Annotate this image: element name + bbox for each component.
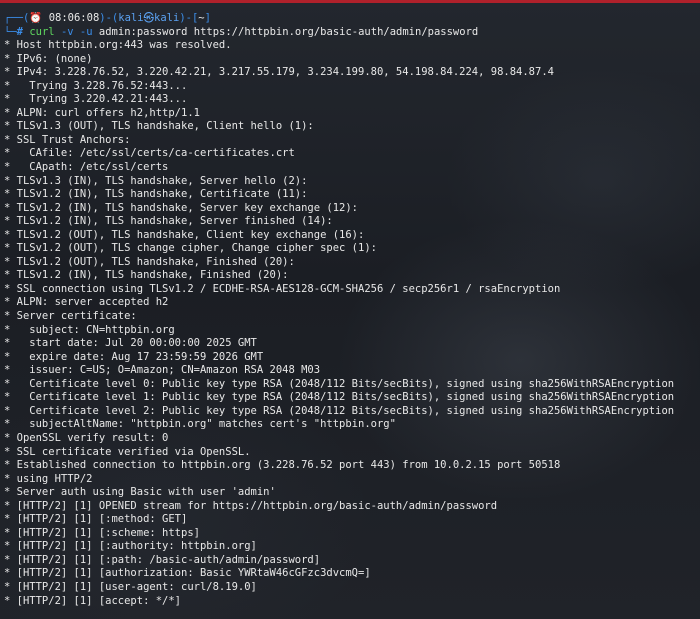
output-line: * CApath: /etc/ssl/certs xyxy=(4,161,169,174)
output-line: * TLSv1.2 (OUT), TLS change cipher, Chan… xyxy=(4,242,377,255)
output-line: * [HTTP/2] [1] [:authority: httpbin.org] xyxy=(4,540,257,553)
output-line: * start date: Jul 20 00:00:00 2025 GMT xyxy=(4,337,257,350)
command-name: curl xyxy=(29,25,55,38)
command-option-verbose: -v xyxy=(60,25,74,38)
output-line: * issuer: C=US; O=Amazon; CN=Amazon RSA … xyxy=(4,364,321,377)
output-line: * CAfile: /etc/ssl/certs/ca-certificates… xyxy=(4,147,295,160)
command-line[interactable]: └─# curl -v -u admin:password https://ht… xyxy=(4,26,696,40)
output-line: * [HTTP/2] [1] [user-agent: curl/8.19.0] xyxy=(4,580,257,593)
curl-verbose-output: * Host httpbin.org:443 was resolved. * IP… xyxy=(4,39,696,608)
output-line: * [HTTP/2] [1] [accept: */*] xyxy=(4,594,182,607)
prompt-corner: └─ xyxy=(4,25,17,38)
output-line: * [HTTP/2] [1] OPENED stream for https:/… xyxy=(4,499,498,512)
output-line: * Certificate level 1: Public key type R… xyxy=(4,391,675,404)
output-line: * [HTTP/2] [1] [:path: /basic-auth/admin… xyxy=(4,553,321,566)
output-line: * Server certificate: xyxy=(4,310,137,323)
output-line: * SSL Trust Anchors: xyxy=(4,133,131,146)
output-line: * subjectAltName: "httpbin.org" matches … xyxy=(4,418,396,431)
terminal-window[interactable]: ┌──(⏰ 08:06:08)-(kali㉿kali)-[~] └─# curl… xyxy=(0,0,700,619)
command-url: https://httpbin.org/basic-auth/admin/pas… xyxy=(193,25,479,38)
output-line: * [HTTP/2] [1] [:scheme: https] xyxy=(4,526,200,539)
command-option-user: -u xyxy=(79,25,93,38)
output-line: * [HTTP/2] [1] [authorization: Basic YWR… xyxy=(4,567,371,580)
output-line: * TLSv1.2 (OUT), TLS handshake, Finished… xyxy=(4,255,295,268)
output-line: * Host httpbin.org:443 was resolved. xyxy=(4,39,232,52)
prompt-user-host: kali㉿kali xyxy=(118,12,180,24)
prompt-line: ┌──(⏰ 08:06:08)-(kali㉿kali)-[~] xyxy=(4,12,696,26)
output-line: * Server auth using Basic with user 'adm… xyxy=(4,486,276,499)
prompt-time: 08:06:08 xyxy=(42,12,100,24)
output-line: * Certificate level 2: Public key type R… xyxy=(4,404,675,417)
output-line: * Trying 3.220.42.21:443... xyxy=(4,93,188,106)
output-line: * TLSv1.2 (IN), TLS handshake, Server ke… xyxy=(4,201,359,214)
root-prompt-hash: # xyxy=(16,25,23,38)
output-line: * subject: CN=httpbin.org xyxy=(4,323,175,336)
output-line: * expire date: Aug 17 23:59:59 2026 GMT xyxy=(4,350,264,363)
alarm-clock-icon: ⏰ xyxy=(29,12,43,24)
output-line: * TLSv1.3 (OUT), TLS handshake, Client h… xyxy=(4,120,314,133)
prompt-separator: )-[ xyxy=(179,12,199,24)
output-line: * OpenSSL verify result: 0 xyxy=(4,431,169,444)
output-line: * ALPN: server accepted h2 xyxy=(4,296,169,309)
output-line: * TLSv1.2 (IN), TLS handshake, Server fi… xyxy=(4,215,333,228)
output-line: * TLSv1.2 (OUT), TLS handshake, Client k… xyxy=(4,228,365,241)
prompt-separator: )-( xyxy=(99,12,119,24)
output-line: * TLSv1.2 (IN), TLS handshake, Finished … xyxy=(4,269,289,282)
output-line: * Trying 3.228.76.52:443... xyxy=(4,79,188,92)
output-line: * TLSv1.2 (IN), TLS handshake, Certifica… xyxy=(4,188,308,201)
output-line: * [HTTP/2] [1] [:method: GET] xyxy=(4,513,188,526)
output-line: * IPv4: 3.228.76.52, 3.220.42.21, 3.217.… xyxy=(4,66,554,79)
output-line: * SSL certificate verified via OpenSSL. xyxy=(4,445,251,458)
terminal-output[interactable]: ┌──(⏰ 08:06:08)-(kali㉿kali)-[~] └─# curl… xyxy=(4,12,696,608)
window-accent-bar xyxy=(0,0,700,3)
command-credentials: admin:password xyxy=(98,25,188,38)
output-line: * ALPN: curl offers h2,http/1.1 xyxy=(4,106,200,119)
output-line: * Certificate level 0: Public key type R… xyxy=(4,377,675,390)
output-line: * TLSv1.3 (IN), TLS handshake, Server he… xyxy=(4,174,308,187)
output-line: * SSL connection using TLSv1.2 / ECDHE-R… xyxy=(4,282,561,295)
output-line: * IPv6: (none) xyxy=(4,52,93,65)
prompt-open: ┌──( xyxy=(4,12,30,24)
output-line: * Established connection to httpbin.org … xyxy=(4,459,561,472)
output-line: * using HTTP/2 xyxy=(4,472,93,485)
prompt-close: ] xyxy=(204,12,211,24)
